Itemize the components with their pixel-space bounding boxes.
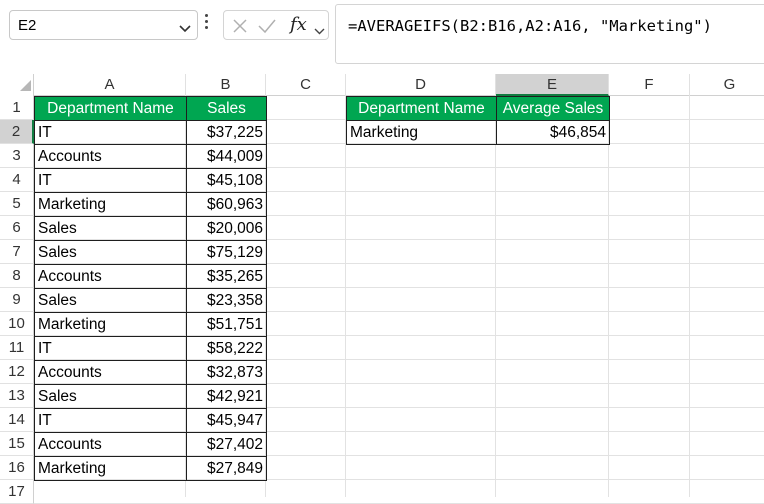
row-header-13[interactable]: 13 <box>0 384 34 408</box>
row-header-5[interactable]: 5 <box>0 192 34 216</box>
name-box-value: E2 <box>18 17 37 34</box>
select-all-triangle-icon <box>20 80 31 91</box>
table1-sales-cell[interactable]: $45,108 <box>186 168 267 193</box>
table1-sales-cell[interactable]: $37,225 <box>186 120 267 145</box>
gridline-vertical <box>495 96 496 497</box>
table1-department-cell[interactable]: Marketing <box>34 192 187 217</box>
table1-header-cell[interactable]: Department Name <box>34 96 187 121</box>
row-header-15[interactable]: 15 <box>0 432 34 456</box>
table2-header-cell[interactable]: Average Sales <box>496 96 610 121</box>
column-header-c[interactable]: C <box>266 74 346 96</box>
row-header-11[interactable]: 11 <box>0 336 34 360</box>
row-header-9[interactable]: 9 <box>0 288 34 312</box>
table1-department-cell[interactable]: Sales <box>34 288 187 313</box>
formula-input[interactable]: =AVERAGEIFS(B2:B16,A2:A16, "Marketing") <box>335 4 764 64</box>
row-header-3[interactable]: 3 <box>0 144 34 168</box>
row-header-14[interactable]: 14 <box>0 408 34 432</box>
chevron-down-icon[interactable] <box>179 20 191 38</box>
name-box[interactable]: E2 <box>9 10 198 40</box>
table1-sales-cell[interactable]: $35,265 <box>186 264 267 289</box>
table1-department-cell[interactable]: IT <box>34 336 187 361</box>
more-options-icon[interactable] <box>205 14 209 34</box>
column-header-f[interactable]: F <box>609 74 690 96</box>
enter-check-icon[interactable] <box>258 18 276 39</box>
table1-department-cell[interactable]: Marketing <box>34 312 187 337</box>
table1-department-cell[interactable]: Sales <box>34 216 187 241</box>
row-header-4[interactable]: 4 <box>0 168 34 192</box>
cancel-icon[interactable] <box>232 18 248 39</box>
column-header-b[interactable]: B <box>186 74 266 96</box>
table1-sales-cell[interactable]: $20,006 <box>186 216 267 241</box>
table1-sales-cell[interactable]: $75,129 <box>186 240 267 265</box>
row-header-2[interactable]: 2 <box>0 120 34 144</box>
table2-average-cell[interactable]: $46,854 <box>496 120 610 145</box>
gridline-vertical <box>689 96 690 497</box>
chevron-down-icon[interactable] <box>314 22 325 40</box>
table1-sales-cell[interactable]: $58,222 <box>186 336 267 361</box>
column-header-g[interactable]: G <box>690 74 764 96</box>
column-header-d[interactable]: D <box>346 74 496 96</box>
row-header-6[interactable]: 6 <box>0 216 34 240</box>
row-header-12[interactable]: 12 <box>0 360 34 384</box>
row-header-1[interactable]: 1 <box>0 96 34 120</box>
table1-header-cell[interactable]: Sales <box>186 96 267 121</box>
table1-department-cell[interactable]: IT <box>34 120 187 145</box>
table1-department-cell[interactable]: IT <box>34 168 187 193</box>
table1-sales-cell[interactable]: $51,751 <box>186 312 267 337</box>
table2-header-cell[interactable]: Department Name <box>346 96 497 121</box>
table1-sales-cell[interactable]: $44,009 <box>186 144 267 169</box>
table1-sales-cell[interactable]: $27,849 <box>186 456 267 481</box>
table1-department-cell[interactable]: Sales <box>34 240 187 265</box>
formula-controls: fx <box>223 10 329 40</box>
row-header-7[interactable]: 7 <box>0 240 34 264</box>
row-header-10[interactable]: 10 <box>0 312 34 336</box>
column-header-a[interactable]: A <box>34 74 186 96</box>
insert-function-button[interactable]: fx <box>290 14 307 35</box>
table1-department-cell[interactable]: Accounts <box>34 432 187 457</box>
table1-department-cell[interactable]: Marketing <box>34 456 187 481</box>
table1-sales-cell[interactable]: $42,921 <box>186 384 267 409</box>
table1-department-cell[interactable]: Sales <box>34 384 187 409</box>
table1-sales-cell[interactable]: $27,402 <box>186 432 267 457</box>
gridline-vertical <box>608 96 609 497</box>
table1-sales-cell[interactable]: $60,963 <box>186 192 267 217</box>
table1-department-cell[interactable]: Accounts <box>34 144 187 169</box>
row-header-8[interactable]: 8 <box>0 264 34 288</box>
gridline-vertical <box>345 96 346 497</box>
table1-department-cell[interactable]: Accounts <box>34 360 187 385</box>
row-header-17[interactable]: 17 <box>0 480 34 504</box>
column-header-e[interactable]: E <box>496 74 609 96</box>
table1-sales-cell[interactable]: $45,947 <box>186 408 267 433</box>
table1-sales-cell[interactable]: $23,358 <box>186 288 267 313</box>
row-header-16[interactable]: 16 <box>0 456 34 480</box>
table1-department-cell[interactable]: IT <box>34 408 187 433</box>
formula-text: =AVERAGEIFS(B2:B16,A2:A16, "Marketing") <box>348 17 712 35</box>
table2-department-cell[interactable]: Marketing <box>346 120 497 145</box>
table1-sales-cell[interactable]: $32,873 <box>186 360 267 385</box>
table1-department-cell[interactable]: Accounts <box>34 264 187 289</box>
